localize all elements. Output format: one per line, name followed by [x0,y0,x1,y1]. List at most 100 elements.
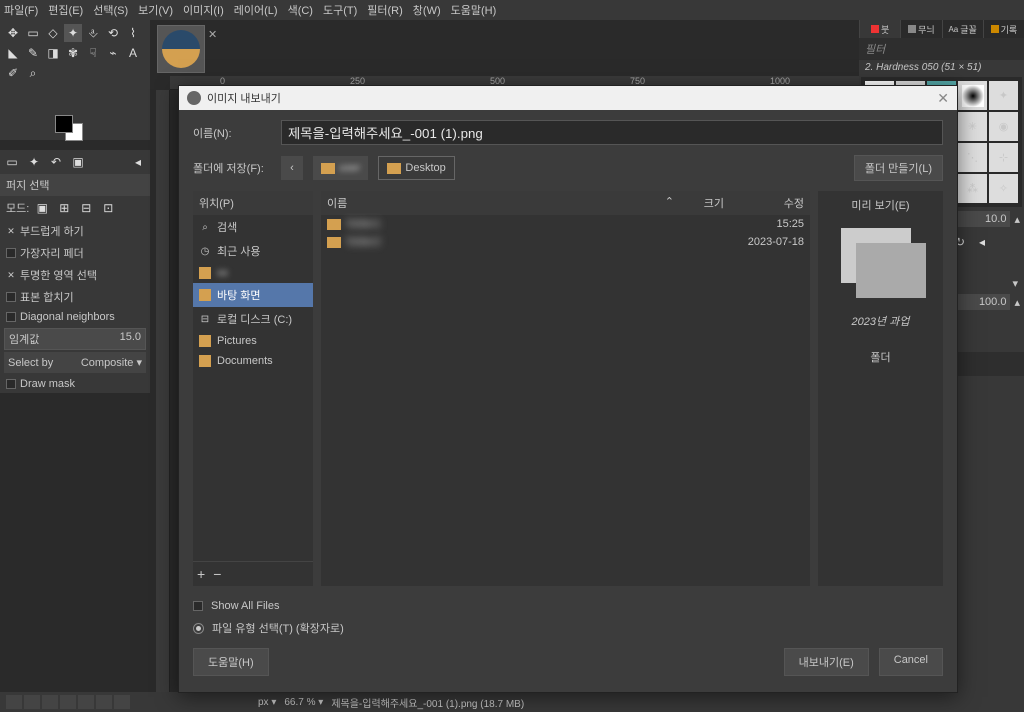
select-by-dropdown[interactable]: Select by Composite ▾ [4,352,146,373]
check-diagonal[interactable] [6,312,16,322]
menu-help[interactable]: 도움말(H) [451,2,497,18]
tool-brush[interactable]: ✎ [24,44,42,62]
tab-history[interactable]: 기록 [983,20,1024,38]
check-sample-merged[interactable] [6,292,16,302]
brush-item[interactable]: ✦ [989,81,1018,110]
tool-crop[interactable]: ⎀ [84,24,102,42]
tool-warp[interactable]: ⌇ [124,24,142,42]
tab-patterns[interactable]: 무늬 [900,20,941,38]
menu-windows[interactable]: 창(W) [413,2,441,18]
tab-undo[interactable]: ↶ [47,153,65,171]
create-folder-button[interactable]: 폴더 만들기(L) [854,155,943,181]
path-segment-user[interactable]: user [313,156,368,180]
path-segment-desktop[interactable]: Desktop [378,156,454,180]
spinner-up-icon[interactable]: ▴ [1014,296,1020,309]
menu-image[interactable]: 이미지(I) [183,2,224,18]
tool-smudge[interactable]: ☟ [84,44,102,62]
statusbar: px ▾ 66.7 % ▾ 제목을-입력해주세요_-001 (1).png (1… [0,692,1024,712]
filter-field[interactable]: 필터 [859,38,1024,60]
path-back-button[interactable]: ‹ [281,156,303,180]
tab-device[interactable]: ✦ [25,153,43,171]
tool-eraser[interactable]: ◨ [44,44,62,62]
nav-btn[interactable] [42,695,58,709]
brush-item[interactable]: ◉ [989,112,1018,141]
place-pictures[interactable]: Pictures [193,331,313,351]
tab-tool-options[interactable]: ▭ [3,153,21,171]
place-home[interactable]: xx [193,263,313,283]
sort-icon[interactable]: ⌃ [665,195,674,211]
mode-replace[interactable]: ▣ [33,199,51,217]
fg-color[interactable] [55,115,73,133]
threshold-slider[interactable]: 임계값 15.0 [4,328,146,350]
brush-item[interactable]: ✳ [958,112,987,141]
tool-text[interactable]: A [124,44,142,62]
menu-layer[interactable]: 레이어(L) [234,2,278,18]
tool-zoom[interactable]: ⌕ [24,64,42,82]
menu-view[interactable]: 보기(V) [138,2,173,18]
tab-brushes[interactable]: 붓 [859,20,900,38]
tool-bucket[interactable]: ◣ [4,44,22,62]
place-recent[interactable]: ◷최근 사용 [193,239,313,263]
tab-images[interactable]: ▣ [69,153,87,171]
place-desktop[interactable]: 바탕 화면 [193,283,313,307]
check-draw-mask[interactable] [6,379,16,389]
tool-move[interactable]: ✥ [4,24,22,42]
tool-transform[interactable]: ⟲ [104,24,122,42]
menu-file[interactable]: 파일(F) [4,2,38,18]
filename-input[interactable] [281,120,943,145]
tool-free-select[interactable]: ◇ [44,24,62,42]
col-size[interactable]: 크기 [674,195,724,211]
help-button[interactable]: 도움말(H) [193,648,269,676]
brush-more[interactable]: ◂ [973,233,991,251]
nav-btn[interactable] [96,695,112,709]
brush-item[interactable] [958,81,987,110]
cancel-button[interactable]: Cancel [879,648,943,676]
remove-bookmark-button[interactable]: − [213,566,221,582]
brush-item[interactable]: ⋱ [958,143,987,172]
place-search[interactable]: ⌕검색 [193,215,313,239]
panel-menu-icon[interactable]: ◂ [129,153,147,171]
menu-select[interactable]: 선택(S) [93,2,128,18]
tool-fuzzy-select[interactable]: ✦ [64,24,82,42]
tool-path[interactable]: ⌁ [104,44,122,62]
image-tab[interactable] [157,25,205,73]
file-row[interactable]: folder2 2023-07-18 [321,233,810,251]
nav-btn[interactable] [114,695,130,709]
check-feather[interactable] [6,248,16,258]
file-type-expander[interactable] [193,623,204,634]
nav-btn[interactable] [78,695,94,709]
menu-tools[interactable]: 도구(T) [323,2,357,18]
export-button[interactable]: 내보내기(E) [784,648,869,676]
check-transparent[interactable]: ✕ [6,270,16,280]
brush-item[interactable]: ✧ [989,174,1018,203]
brush-item[interactable]: ⁂ [958,174,987,203]
close-icon[interactable]: ✕ [937,90,949,107]
brush-item[interactable]: ⊹ [989,143,1018,172]
color-swatch[interactable] [55,115,90,140]
image-tab-close[interactable]: ✕ [208,28,224,44]
tool-rect-select[interactable]: ▭ [24,24,42,42]
zoom-level[interactable]: 66.7 % ▾ [284,697,323,708]
check-antialias[interactable]: ✕ [6,226,16,236]
nav-btn[interactable] [60,695,76,709]
spinner-up-icon[interactable]: ▴ [1014,213,1020,226]
tool-clone[interactable]: ✾ [64,44,82,62]
nav-btn[interactable] [24,695,40,709]
mode-subtract[interactable]: ⊟ [77,199,95,217]
tab-fonts[interactable]: Aa글꼴 [942,20,983,38]
nav-btn[interactable] [6,695,22,709]
mode-intersect[interactable]: ⊡ [99,199,117,217]
menu-colors[interactable]: 색(C) [288,2,313,18]
place-drive-c[interactable]: ⊟로컬 디스크 (C:) [193,307,313,331]
col-date[interactable]: 수정 [734,195,804,211]
add-bookmark-button[interactable]: + [197,566,205,582]
show-all-checkbox[interactable] [193,601,203,611]
tool-picker[interactable]: ✐ [4,64,22,82]
menu-filters[interactable]: 필터(R) [367,2,403,18]
file-row[interactable]: folder1 15:25 [321,215,810,233]
mode-add[interactable]: ⊞ [55,199,73,217]
unit-label[interactable]: px ▾ [258,697,276,708]
menu-edit[interactable]: 편집(E) [48,2,83,18]
place-documents[interactable]: Documents [193,351,313,371]
col-name[interactable]: 이름 [327,195,665,211]
